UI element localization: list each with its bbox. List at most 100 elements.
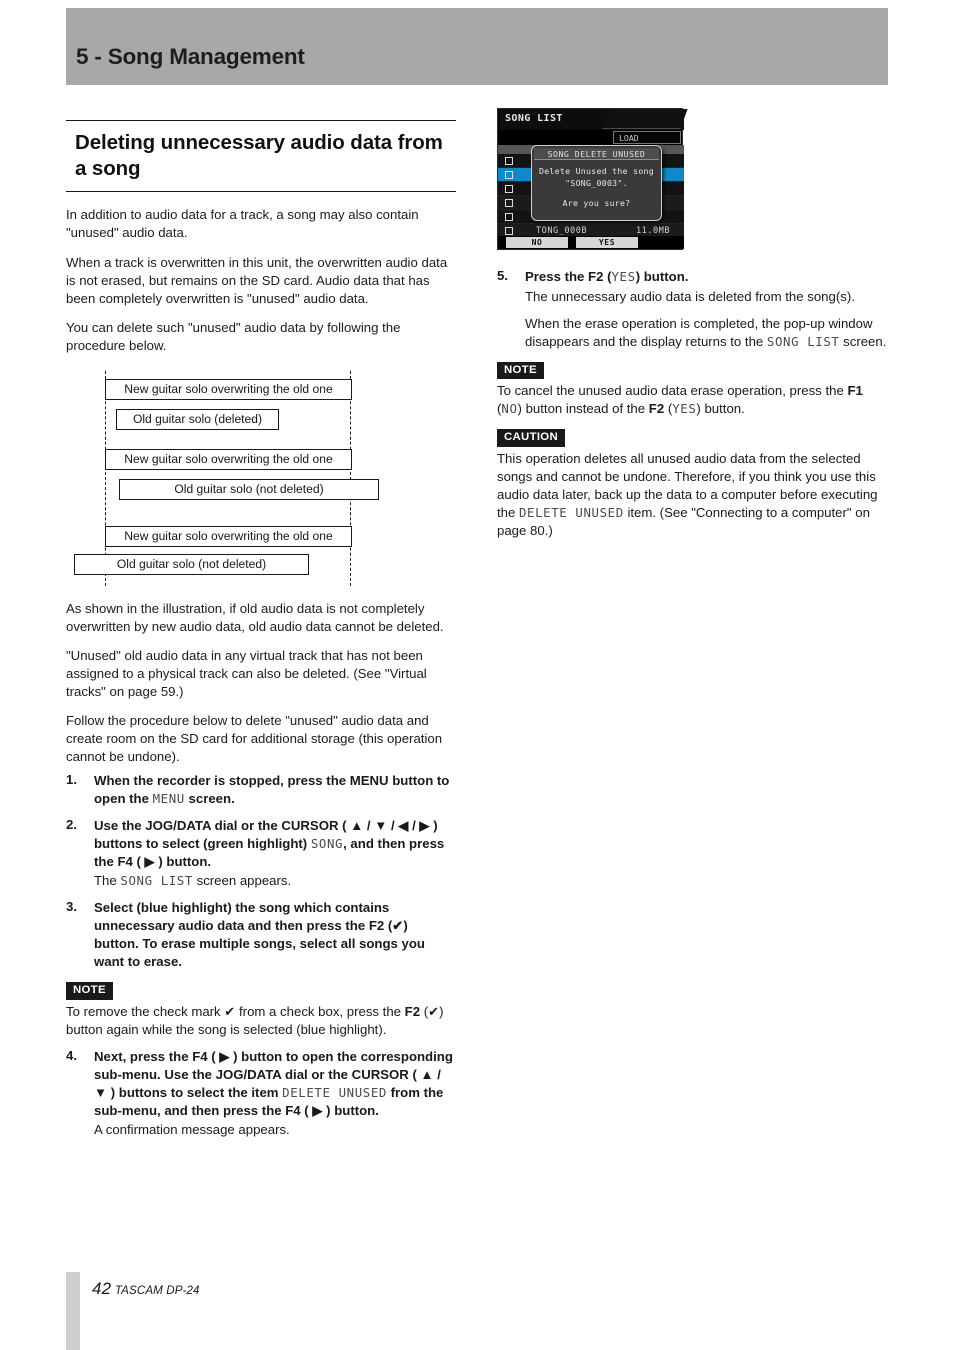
lcd-term: SONG: [310, 835, 344, 851]
lcd-term: SONG LIST: [120, 873, 193, 889]
text-run: To remove the check mark ✔ from a check …: [66, 1003, 405, 1019]
lcd-tab-shape: [602, 109, 688, 129]
paragraph: When a track is overwritten in this unit…: [66, 254, 448, 306]
checkbox-icon[interactable]: [505, 185, 513, 193]
step-subtext: When the erase operation is completed, t…: [525, 315, 889, 351]
intro-paragraphs: In addition to audio data for a track, a…: [66, 206, 456, 354]
overwrite-diagram: New guitar solo overwriting the old one O…: [66, 370, 456, 586]
procedure-steps-4: 4. Next, press the F4 ( ▶ ) button to ope…: [66, 1048, 456, 1140]
step-text: Select (blue highlight) the song which c…: [94, 899, 456, 971]
lcd-term: SONG LIST: [766, 333, 840, 349]
lcd-term: DELETE UNUSED: [519, 504, 624, 520]
lcd-popup-title: SONG DELETE UNUSED: [534, 148, 659, 160]
procedure-step: 4. Next, press the F4 ( ▶ ) button to ope…: [66, 1048, 456, 1140]
note-badge: NOTE: [66, 982, 113, 1000]
diagram-track-box: New guitar solo overwriting the old one: [105, 378, 352, 400]
procedure-step: 2. Use the JOG/DATA dial or the CURSOR ( …: [66, 817, 456, 891]
footer-model: TASCAM DP-24: [114, 1284, 200, 1297]
step-subtext: The SONG LIST screen appears.: [94, 872, 456, 890]
fkey-no-button[interactable]: NO: [506, 237, 568, 248]
step-text: Use the JOG/DATA dial or the CURSOR ( ▲ …: [94, 817, 456, 871]
lcd-term: DELETE UNUSED: [282, 1084, 387, 1100]
lcd-confirm-popup: SONG DELETE UNUSED Delete Unused the son…: [531, 145, 662, 221]
paragraph: Follow the procedure below to delete "un…: [66, 712, 443, 764]
checkbox-icon[interactable]: [505, 157, 513, 165]
lcd-term: MENU: [152, 790, 185, 806]
note-text: To remove the check mark ✔ from a check …: [66, 1003, 456, 1039]
step-text: Next, press the F4 ( ▶ ) button to open …: [94, 1048, 456, 1120]
page-number: 42: [92, 1279, 112, 1298]
diagram-track-box: Old guitar solo (not deleted): [74, 553, 309, 575]
step-subtext: A confirmation message appears.: [94, 1121, 456, 1139]
text-run: Select (blue highlight) the song which c…: [94, 900, 425, 970]
lcd-term: YES: [611, 269, 636, 284]
chapter-title: 5 - Song Management: [76, 44, 305, 69]
text-run: F2: [404, 1003, 421, 1019]
diagram-track-box: Old guitar solo (not deleted): [119, 478, 379, 500]
lcd-song-name: TONG_000B: [536, 226, 588, 236]
lcd-term: NO: [501, 401, 518, 417]
text-run: screen.: [184, 790, 235, 806]
page-title: Deleting unnecessary audio data from a s…: [75, 131, 443, 181]
lcd-screenshot: SONG LIST LOAD TONG_000B 11.0MB SONG DEL…: [497, 108, 688, 250]
diagram-track-box: New guitar solo overwriting the old one: [105, 448, 352, 470]
diagram-track-box: Old guitar solo (deleted): [116, 408, 279, 430]
text-run: A confirmation message appears.: [94, 1122, 290, 1138]
note-callout-right: NOTE To cancel the unused audio data era…: [497, 360, 889, 418]
text-run: To cancel the unused audio data erase op…: [497, 383, 848, 399]
step-number: 1.: [66, 771, 77, 787]
step-number: 4.: [66, 1047, 77, 1063]
lcd-term: YES: [672, 401, 697, 417]
procedure-step: 5. Press the F2 (YES) button. The unnecess…: [497, 268, 889, 351]
right-column: SONG LIST LOAD TONG_000B 11.0MB SONG DEL…: [497, 108, 889, 549]
text-run: ) button.: [635, 269, 689, 284]
note-badge: NOTE: [497, 362, 544, 380]
fkey-yes-button[interactable]: YES: [576, 237, 638, 248]
lcd-popup-question: Are you sure?: [562, 198, 631, 208]
lcd-menu-box[interactable]: LOAD: [613, 131, 681, 144]
side-accent-bar: [66, 1308, 80, 1350]
lcd-function-key-bar: NO YES: [498, 236, 684, 249]
step-text: Press the F2 (YES) button.: [525, 268, 889, 286]
text-run: F1: [847, 383, 863, 399]
caution-text: This operation deletes all unused audio …: [497, 450, 889, 540]
text-run: When the recorder is stopped, press the …: [94, 772, 450, 806]
paragraph: In addition to audio data for a track, a…: [66, 207, 419, 241]
text-run: The: [94, 873, 121, 889]
step-number: 2.: [66, 816, 77, 832]
checkbox-icon[interactable]: [505, 171, 513, 179]
text-run: (: [664, 401, 673, 417]
note-text: To cancel the unused audio data erase op…: [497, 382, 889, 418]
lcd-popup-line1: Delete Unused the song: [538, 166, 655, 176]
footer: 42 TASCAM DP-24: [92, 1279, 200, 1299]
text-run: ) button.: [696, 401, 745, 417]
footer-accent-bar: [66, 1272, 80, 1308]
checkbox-icon[interactable]: [505, 227, 513, 235]
checkbox-icon[interactable]: [505, 213, 513, 221]
paragraph: "Unused" old audio data in any virtual t…: [66, 647, 427, 699]
procedure-step-5: 5. Press the F2 (YES) button. The unnecess…: [497, 268, 889, 351]
lcd-popup-body: Delete Unused the song "SONG_0003".: [536, 166, 657, 190]
text-run: F2: [648, 401, 665, 417]
text-run: screen.: [839, 333, 887, 349]
note-callout-left: NOTE To remove the check mark ✔ from a c…: [66, 980, 456, 1038]
caution-badge: CAUTION: [497, 429, 565, 447]
lcd-screen-title: SONG LIST: [505, 113, 563, 124]
paragraph: As shown in the illustration, if old aud…: [66, 600, 444, 634]
left-column: Deleting unnecessary audio data from a s…: [66, 120, 456, 1148]
caution-callout: CAUTION This operation deletes all unuse…: [497, 427, 889, 539]
procedure-step: 1. When the recorder is stopped, press th…: [66, 772, 456, 808]
procedure-step: 3. Select (blue highlight) the song which…: [66, 899, 456, 971]
lcd-popup-line2: "SONG_0003".: [565, 177, 628, 188]
step-number: 3.: [66, 899, 77, 915]
paragraph: You can delete such "unused" audio data …: [66, 319, 401, 353]
checkbox-icon[interactable]: [505, 199, 513, 207]
step-number: 5.: [497, 268, 508, 283]
lcd-menu-item-label: LOAD: [619, 133, 639, 143]
text-run: ) button instead of the: [517, 401, 649, 417]
text-run: Press the F2 (: [525, 269, 612, 284]
procedure-steps-1-3: 1. When the recorder is stopped, press th…: [66, 772, 456, 972]
step-text: When the recorder is stopped, press the …: [94, 772, 456, 808]
diagram-track-box: New guitar solo overwriting the old one: [105, 525, 352, 547]
lcd-song-size: 11.0MB: [635, 226, 670, 236]
